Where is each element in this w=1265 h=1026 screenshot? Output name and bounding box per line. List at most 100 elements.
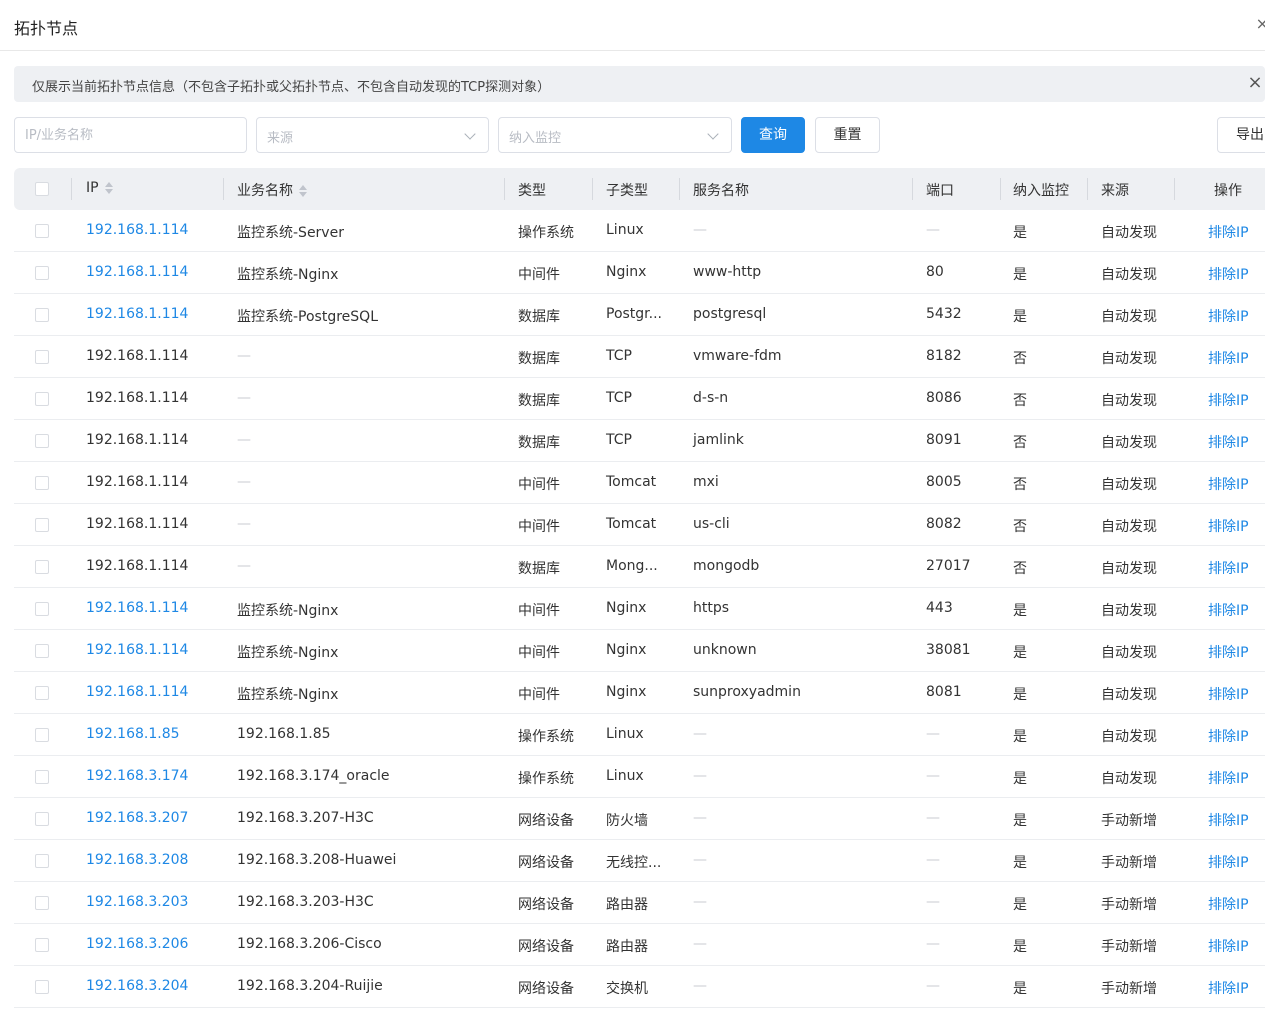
exclude-ip-link[interactable]: 排除IP [1208, 936, 1249, 956]
column-divider [1087, 178, 1088, 200]
row-checkbox[interactable] [35, 686, 49, 700]
port-cell: — [926, 894, 940, 910]
row-checkbox[interactable] [35, 350, 49, 364]
source-cell: 自动发现 [1101, 687, 1157, 703]
subtype-cell: 路由器 [606, 939, 648, 955]
ip-cell[interactable]: 192.168.1.114 [86, 642, 188, 658]
subtype-cell: 路由器 [606, 897, 648, 913]
close-icon[interactable]: × [1256, 14, 1265, 33]
monitored-cell: 是 [1013, 225, 1027, 241]
ip-cell[interactable]: 192.168.1.114 [86, 600, 188, 616]
ip-cell[interactable]: 192.168.3.208 [86, 852, 188, 868]
column-header-port: 端口 [926, 183, 954, 199]
chevron-down-icon [464, 128, 476, 140]
source-cell: 自动发现 [1101, 561, 1157, 577]
ip-cell[interactable]: 192.168.3.204 [86, 978, 188, 994]
close-icon[interactable]: × [1245, 72, 1265, 93]
ip-cell[interactable]: 192.168.1.114 [86, 264, 188, 280]
type-cell: 网络设备 [518, 897, 574, 913]
search-input[interactable] [15, 118, 246, 152]
exclude-ip-link[interactable]: 排除IP [1208, 264, 1249, 284]
ip-cell[interactable]: 192.168.1.85 [86, 726, 180, 742]
monitor-select-placeholder: 纳入监控 [509, 131, 562, 146]
export-button[interactable]: 导出 [1217, 117, 1265, 153]
row-checkbox[interactable] [35, 812, 49, 826]
exclude-ip-link[interactable]: 排除IP [1208, 978, 1249, 998]
business-name-cell: 192.168.3.208-Huawei [237, 852, 397, 868]
exclude-ip-link[interactable]: 排除IP [1208, 600, 1249, 620]
business-name-cell: 监控系统-Nginx [237, 645, 339, 661]
business-name-cell: 192.168.3.207-H3C [237, 810, 374, 826]
subtype-cell: Linux [606, 222, 644, 238]
row-checkbox[interactable] [35, 476, 49, 490]
exclude-ip-link[interactable]: 排除IP [1208, 684, 1249, 704]
exclude-ip-link[interactable]: 排除IP [1208, 474, 1249, 494]
monitored-cell: 否 [1013, 561, 1027, 577]
source-cell: 手动新增 [1101, 813, 1157, 829]
port-cell: — [926, 936, 940, 952]
exclude-ip-link[interactable]: 排除IP [1208, 558, 1249, 578]
sort-icon[interactable] [299, 184, 307, 198]
row-checkbox[interactable] [35, 938, 49, 952]
monitor-select[interactable]: 纳入监控 [498, 117, 732, 153]
row-checkbox[interactable] [35, 644, 49, 658]
page-title: 拓扑节点 [14, 19, 79, 38]
ip-cell[interactable]: 192.168.3.206 [86, 936, 188, 952]
exclude-ip-link[interactable]: 排除IP [1208, 894, 1249, 914]
row-checkbox[interactable] [35, 896, 49, 910]
exclude-ip-link[interactable]: 排除IP [1208, 390, 1249, 410]
exclude-ip-link[interactable]: 排除IP [1208, 852, 1249, 872]
row-checkbox[interactable] [35, 980, 49, 994]
ip-cell[interactable]: 192.168.3.174 [86, 768, 188, 784]
row-checkbox[interactable] [35, 602, 49, 616]
ip-cell[interactable]: 192.168.3.203 [86, 894, 188, 910]
row-checkbox[interactable] [35, 728, 49, 742]
exclude-ip-link[interactable]: 排除IP [1208, 222, 1249, 242]
exclude-ip-link[interactable]: 排除IP [1208, 642, 1249, 662]
source-cell: 手动新增 [1101, 939, 1157, 955]
row-checkbox[interactable] [35, 266, 49, 280]
business-name-cell: 192.168.3.204-Ruijie [237, 978, 383, 994]
query-button[interactable]: 查询 [741, 117, 805, 153]
monitored-cell: 否 [1013, 477, 1027, 493]
ip-cell[interactable]: 192.168.1.114 [86, 306, 188, 322]
port-cell: 8086 [926, 390, 962, 406]
exclude-ip-link[interactable]: 排除IP [1208, 516, 1249, 536]
monitored-cell: 是 [1013, 645, 1027, 661]
row-checkbox[interactable] [35, 518, 49, 532]
exclude-ip-link[interactable]: 排除IP [1208, 432, 1249, 452]
type-cell: 数据库 [518, 561, 560, 577]
row-checkbox[interactable] [35, 392, 49, 406]
column-header-ip[interactable]: IP [86, 180, 113, 196]
row-checkbox[interactable] [35, 308, 49, 322]
ip-cell[interactable]: 192.168.1.114 [86, 222, 188, 238]
exclude-ip-link[interactable]: 排除IP [1208, 768, 1249, 788]
row-checkbox[interactable] [35, 224, 49, 238]
exclude-ip-link[interactable]: 排除IP [1208, 810, 1249, 830]
exclude-ip-link[interactable]: 排除IP [1208, 348, 1249, 368]
source-cell: 自动发现 [1101, 309, 1157, 325]
column-header-action: 操作 [1214, 183, 1242, 199]
exclude-ip-link[interactable]: 排除IP [1208, 726, 1249, 746]
ip-cell[interactable]: 192.168.3.207 [86, 810, 188, 826]
service-name-cell: — [693, 852, 707, 868]
port-cell: 8005 [926, 474, 962, 490]
ip-cell[interactable]: 192.168.1.114 [86, 684, 188, 700]
port-cell: 27017 [926, 558, 971, 574]
select-all-checkbox[interactable] [35, 182, 49, 196]
search-field[interactable] [14, 117, 247, 153]
row-checkbox[interactable] [35, 854, 49, 868]
notice-banner: 仅展示当前拓扑节点信息（不包含子拓扑或父拓扑节点、不包含自动发现的TCP探测对象… [14, 66, 1265, 102]
row-checkbox[interactable] [35, 770, 49, 784]
service-name-cell: sunproxyadmin [693, 684, 801, 700]
subtype-cell: TCP [606, 390, 632, 406]
port-cell: — [926, 978, 940, 994]
row-checkbox[interactable] [35, 560, 49, 574]
column-header-name[interactable]: 业务名称 [237, 180, 307, 200]
row-checkbox[interactable] [35, 434, 49, 448]
reset-button[interactable]: 重置 [815, 117, 880, 153]
exclude-ip-link[interactable]: 排除IP [1208, 306, 1249, 326]
sort-icon[interactable] [104, 181, 113, 195]
business-name-cell: — [237, 474, 251, 490]
source-select[interactable]: 来源 [256, 117, 489, 153]
